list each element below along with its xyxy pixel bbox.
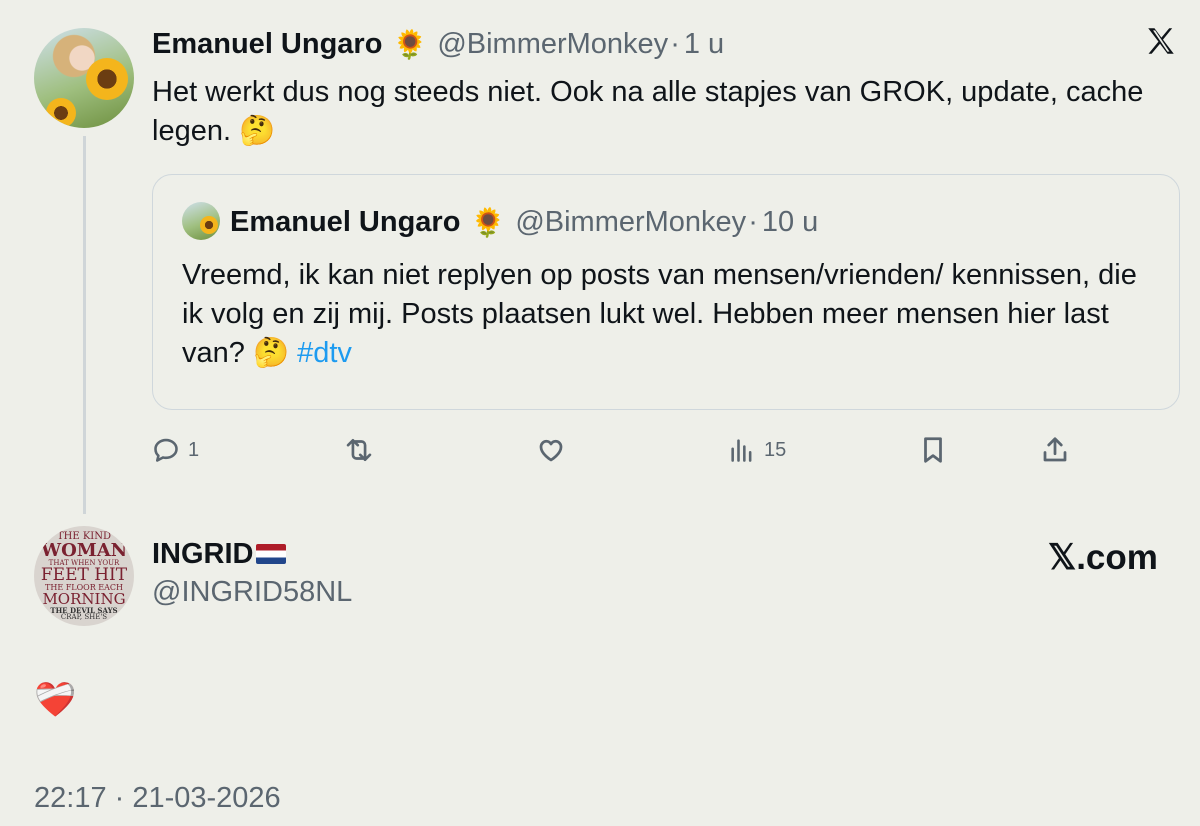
post-header: Emanuel Ungaro 🌻 @BimmerMonkey · 1 u: [152, 24, 724, 64]
like-button[interactable]: [535, 432, 567, 468]
post-time[interactable]: 1 u: [684, 28, 724, 61]
author-handle[interactable]: @BimmerMonkey: [437, 28, 668, 61]
reply-button[interactable]: 1: [152, 432, 199, 468]
quoted-post-text: Vreemd, ik kan niet replyen op posts van…: [182, 256, 1142, 373]
quoted-separator-dot: ·: [748, 205, 758, 238]
reply-timestamp[interactable]: 22:17 · 21-03-2026: [34, 782, 281, 815]
sunflower-emoji: 🌻: [392, 28, 428, 60]
quoted-author-avatar: [182, 202, 220, 240]
quoted-author-handle: @BimmerMonkey: [515, 205, 747, 238]
repost-icon: [346, 438, 372, 462]
reply-icon: [154, 438, 178, 462]
reply-author-row: INGRID: [152, 534, 286, 574]
repost-button[interactable]: [342, 432, 376, 468]
x-logo-icon[interactable]: [1144, 24, 1184, 64]
reply-text: ❤️‍🩹: [34, 681, 77, 719]
share-button[interactable]: [1040, 432, 1070, 468]
thread-connector-line: [83, 136, 86, 514]
quoted-author-name: Emanuel Ungaro: [230, 205, 461, 238]
reply-author-name[interactable]: INGRID: [152, 538, 254, 571]
bookmark-button[interactable]: [918, 432, 948, 468]
avatar-text-line: WOMAN: [40, 540, 128, 561]
quoted-post-time: 10 u: [761, 205, 819, 238]
quoted-post-header: Emanuel Ungaro 🌻 @BimmerMonkey · 10 u: [230, 202, 818, 242]
share-icon: [1043, 437, 1067, 462]
author-name[interactable]: Emanuel Ungaro: [152, 28, 382, 61]
bookmark-icon: [924, 437, 942, 463]
hashtag-link[interactable]: #dtv: [297, 337, 352, 369]
reply-author-handle[interactable]: @INGRID58NL: [152, 576, 352, 609]
x-com-brand[interactable]: 𝕏.com: [1048, 538, 1158, 578]
reply-count: 1: [188, 438, 200, 461]
avatar-text-line: MORNING: [42, 590, 126, 608]
post-text: Het werkt dus nog steeds niet. Ook na al…: [152, 76, 1144, 147]
author-avatar[interactable]: [34, 28, 134, 128]
avatar-text-line: FEET HIT: [40, 565, 128, 585]
netherlands-flag-icon: [255, 544, 286, 564]
quoted-sunflower-emoji: 🌻: [470, 206, 506, 238]
views-button[interactable]: 15: [728, 432, 786, 468]
separator-dot: ·: [670, 27, 680, 60]
heart-icon: [539, 439, 563, 462]
views-chart-icon: [731, 439, 752, 462]
reply-author-avatar[interactable]: THE KIND WOMAN THAT WHEN YOUR FEET HIT T…: [34, 526, 134, 626]
avatar-text-line: CRAP, SHE'S: [60, 613, 108, 621]
views-count: 15: [764, 438, 787, 461]
